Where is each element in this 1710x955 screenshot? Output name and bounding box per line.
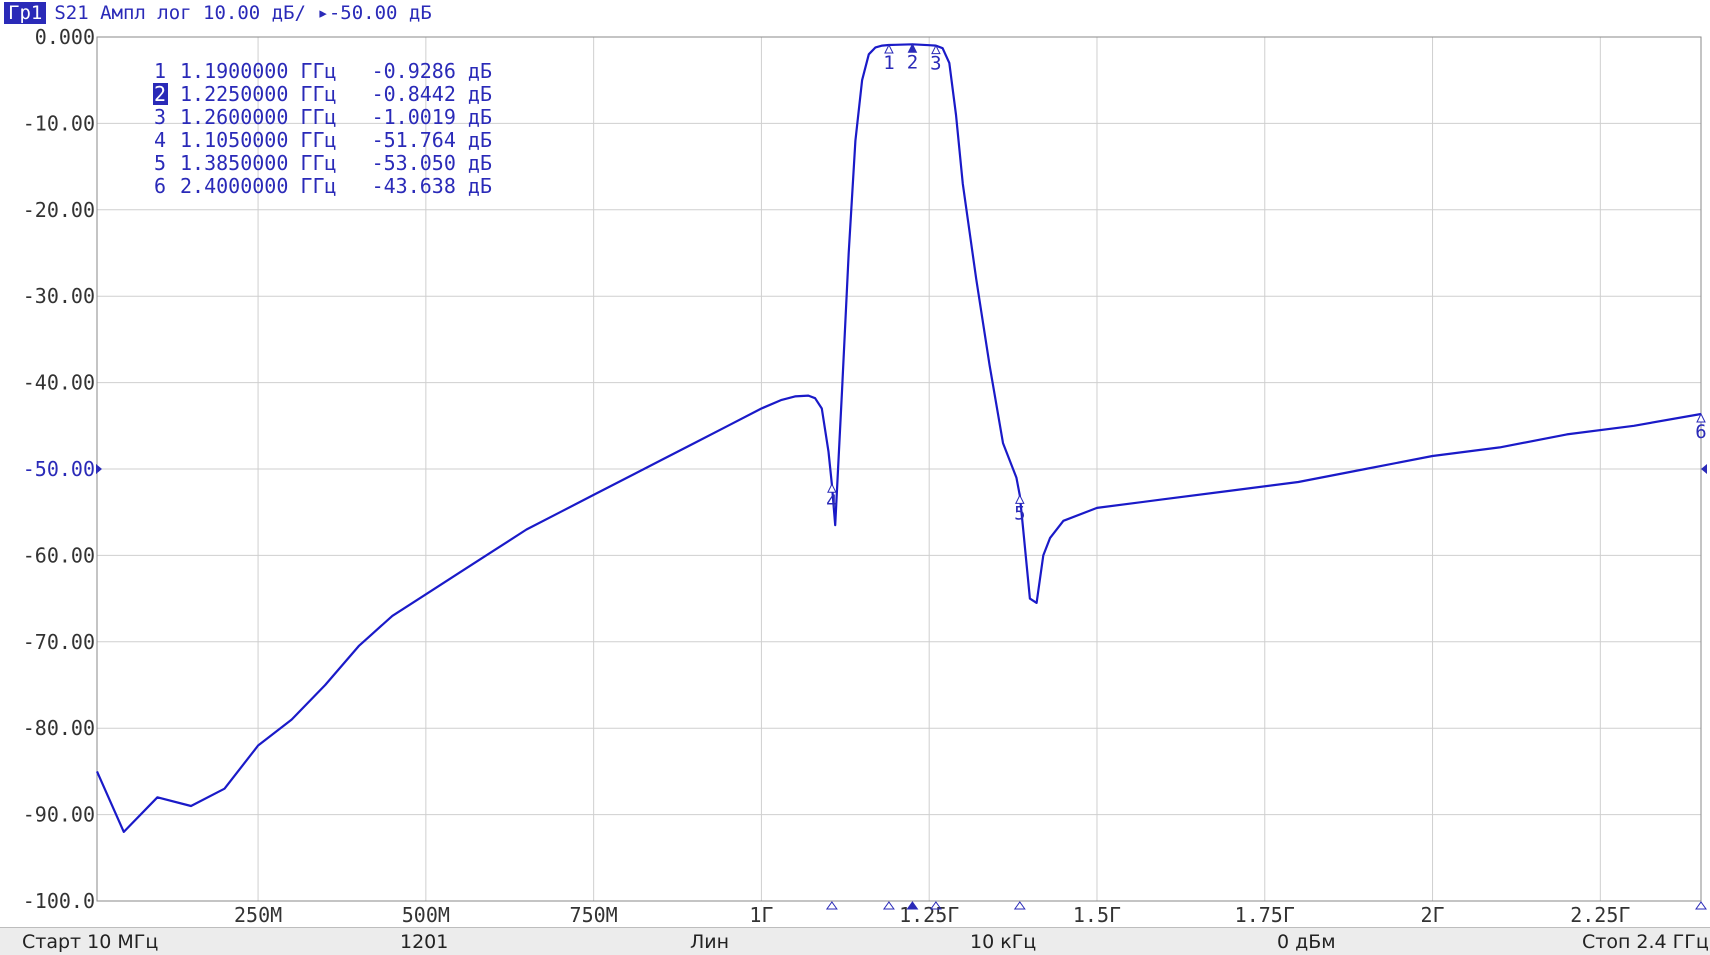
x-tick-label: 2Г <box>1421 903 1445 927</box>
marker-table-value: -51.764 дБ <box>372 128 492 152</box>
marker-table: 1 1.1900000 ГГц -0.9286 дБ 2 1.2250000 ГГц -0… <box>153 59 492 198</box>
y-tick-label: -60.00 <box>23 543 95 567</box>
marker-table-number: 1 <box>154 59 166 83</box>
s21-trace <box>95 43 1702 833</box>
marker-table-value: -0.8442 дБ <box>372 82 492 106</box>
marker-4-position <box>825 901 838 910</box>
trace-header: Гр1 S21 Ампл лог 10.00 дБ/ ▸-50.00 дБ <box>0 0 1710 26</box>
source-power[interactable]: 0 дБм <box>1277 931 1336 953</box>
trace-markers[interactable]: 1 2 3 4 5 6 <box>825 43 1707 910</box>
s21-chart: 0.000 -10.00 -20.00 -30.00 -40.00 -50.00 -60.0… <box>23 25 1707 927</box>
x-tick-label: 1.5Г <box>1073 903 1121 927</box>
marker-table-frequency: 2.4000000 ГГц <box>180 174 337 198</box>
marker-table-value: -0.9286 дБ <box>372 59 492 83</box>
x-tick-label: 250М <box>234 903 282 927</box>
marker-table-number: 6 <box>154 174 166 198</box>
x-tick-label: 1Г <box>749 903 773 927</box>
y-tick-label: -40.00 <box>23 371 95 395</box>
marker-table-value: -53.050 дБ <box>372 151 492 175</box>
trace-format: S21 Ампл лог 10.00 дБ/ ▸-50.00 дБ <box>54 2 432 24</box>
grid <box>97 36 1701 902</box>
marker-table-value: -43.638 дБ <box>372 174 492 198</box>
marker-4-label: 4 <box>826 491 837 513</box>
y-tick-label: 0.000 <box>35 25 95 49</box>
y-tick-label: -10.00 <box>23 111 95 135</box>
marker-table-frequency: 1.2600000 ГГц <box>180 105 337 129</box>
sweep-type[interactable]: Лин <box>690 931 729 953</box>
marker-table-frequency: 1.2250000 ГГц <box>180 82 337 106</box>
x-tick-label: 1.75Г <box>1235 903 1295 927</box>
marker-6-label: 6 <box>1695 421 1706 443</box>
x-tick-label: 750М <box>570 903 618 927</box>
status-bar: Старт 10 МГц 1201 Лин 10 кГц 0 дБм Стоп … <box>0 927 1710 955</box>
start-frequency[interactable]: Старт 10 МГц <box>22 931 158 953</box>
marker-table-frequency: 1.3850000 ГГц <box>180 151 337 175</box>
marker-2-label: 2 <box>907 51 918 73</box>
y-tick-label: -20.00 <box>23 198 95 222</box>
marker-table-number: 2 <box>154 82 166 106</box>
marker-table-frequency: 1.1900000 ГГц <box>180 59 337 83</box>
marker-table-frequency: 1.1050000 ГГц <box>180 128 337 152</box>
x-tick-label: 500М <box>402 903 450 927</box>
y-tick-label: -100.0 <box>23 889 95 913</box>
vna-screen: 0.000 -10.00 -20.00 -30.00 -40.00 -50.00 -60.0… <box>0 0 1710 955</box>
stop-frequency[interactable]: Стоп 2.4 ГГц <box>1582 931 1709 953</box>
y-axis: 0.000 -10.00 -20.00 -30.00 -40.00 -50.00 -60.0… <box>23 25 95 913</box>
marker-3-label: 3 <box>930 53 941 75</box>
marker-5-label: 5 <box>1014 502 1025 524</box>
y-tick-label: -80.00 <box>23 716 95 740</box>
marker-5-position <box>1013 901 1026 910</box>
marker-table-number: 3 <box>154 105 166 129</box>
point-count[interactable]: 1201 <box>400 931 448 953</box>
y-tick-label: -50.00 <box>23 457 95 481</box>
x-tick-label: 1.25Г <box>899 903 959 927</box>
if-bandwidth[interactable]: 10 кГц <box>970 931 1036 953</box>
x-tick-label: 2.25Г <box>1570 903 1630 927</box>
ref-level-right <box>1701 464 1707 474</box>
marker-1-label: 1 <box>883 52 894 74</box>
y-tick-label: -90.00 <box>23 803 95 827</box>
trace-tag[interactable]: Гр1 <box>4 2 47 24</box>
ref-level-left <box>96 464 102 474</box>
y-tick-label: -30.00 <box>23 284 95 308</box>
marker-table-number: 4 <box>154 128 166 152</box>
marker-6-position <box>1695 901 1707 910</box>
marker-table-value: -1.0019 дБ <box>372 105 492 129</box>
marker-1-position <box>882 901 895 910</box>
marker-table-number: 5 <box>154 151 166 175</box>
y-tick-label: -70.00 <box>23 630 95 654</box>
